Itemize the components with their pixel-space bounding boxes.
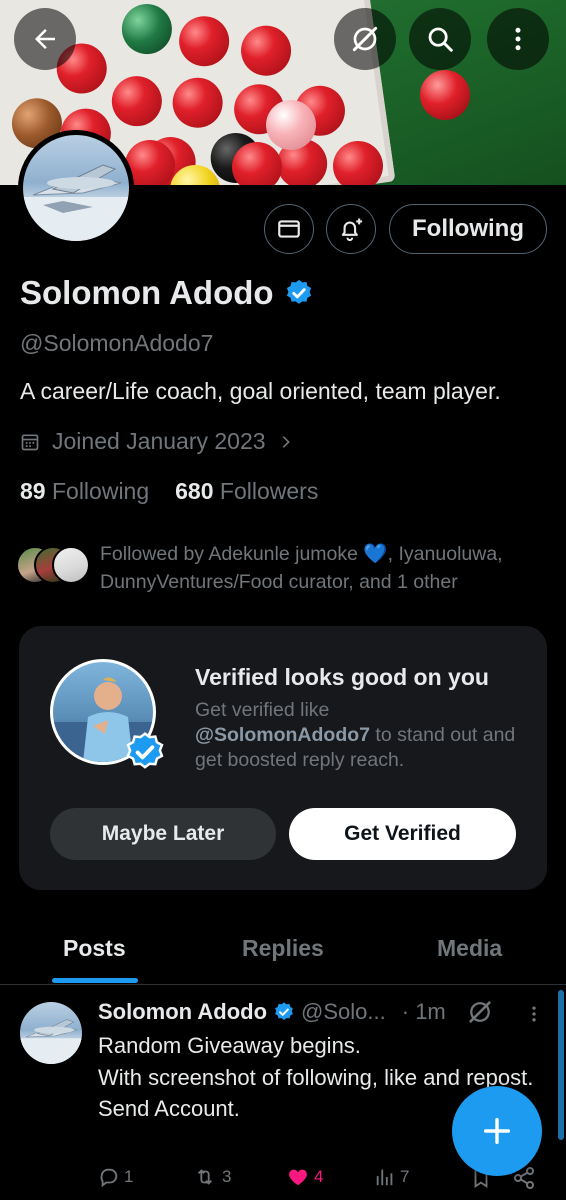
promo-title: Verified looks good on you — [195, 664, 489, 690]
follow-stats: 89 Following 680 Followers — [20, 478, 318, 505]
repost-button[interactable]: 3 — [192, 1166, 231, 1188]
followers-label: Followers — [219, 478, 319, 504]
active-tab-indicator — [52, 978, 138, 983]
profile-handle: @SolomonAdodo7 — [20, 330, 214, 356]
post-author-name[interactable]: Solomon Adodo — [98, 999, 267, 1025]
heart-icon — [289, 1169, 307, 1186]
back-button[interactable] — [14, 8, 76, 70]
grok-icon[interactable] — [466, 998, 494, 1026]
profile-tabs: Posts Replies Media — [0, 915, 566, 985]
scrollbar[interactable] — [558, 990, 564, 1140]
display-name: Solomon Adodo — [20, 274, 274, 311]
verified-badge-icon — [275, 1002, 293, 1020]
following-stat[interactable]: 89 Following — [20, 478, 149, 505]
grok-button[interactable] — [334, 8, 396, 70]
repost-count: 3 — [222, 1167, 232, 1186]
verified-promo-card: Verified looks good on you Get verified … — [19, 626, 547, 890]
reply-count: 1 — [124, 1167, 134, 1186]
verified-badge-icon — [126, 732, 164, 769]
followers-stat[interactable]: 680 Followers — [175, 478, 318, 505]
tab-replies[interactable]: Replies — [242, 935, 324, 962]
profile-bio: A career/Life coach, goal oriented, team… — [20, 378, 501, 404]
followed-by-avatars — [16, 546, 92, 586]
search-icon — [428, 27, 453, 52]
views-count: 7 — [400, 1167, 410, 1186]
followers-count: 680 — [175, 478, 214, 504]
views-button[interactable]: 7 — [374, 1166, 409, 1188]
post-more-icon[interactable] — [524, 1002, 544, 1026]
message-button[interactable] — [264, 204, 314, 254]
joined-text: Joined January 2023 — [52, 428, 266, 454]
post-author-handle: @Solo... — [301, 999, 386, 1024]
repost-icon — [197, 1169, 213, 1185]
more-vertical-icon — [515, 27, 521, 51]
like-button[interactable]: 4 — [286, 1166, 323, 1188]
reply-icon — [100, 1168, 118, 1188]
following-count: 89 — [20, 478, 46, 504]
tab-media[interactable]: Media — [437, 935, 502, 962]
joined-date[interactable]: Joined January 2023 — [20, 428, 294, 455]
search-button[interactable] — [409, 8, 471, 70]
followed-by[interactable]: Followed by Adekunle jumoke 💙, Iyanuoluw… — [16, 540, 556, 596]
post-timestamp: · 1m — [401, 999, 446, 1024]
compose-button[interactable] — [452, 1086, 542, 1176]
post-author-avatar[interactable] — [20, 1002, 82, 1064]
avatar-image — [20, 1019, 82, 1064]
profile-avatar[interactable] — [18, 130, 134, 246]
follower-avatar — [52, 546, 90, 584]
plus-icon — [483, 1117, 511, 1145]
post-header: Solomon Adodo @Solo... · 1m — [98, 998, 494, 1026]
following-button[interactable]: Following — [389, 204, 547, 254]
profile-name: Solomon Adodo — [20, 274, 314, 312]
bell-plus-icon — [341, 218, 363, 242]
calendar-icon — [21, 434, 39, 450]
views-chart-icon — [376, 1169, 393, 1186]
avatar-image — [23, 164, 129, 241]
chevron-right-icon — [282, 435, 290, 448]
maybe-later-button[interactable]: Maybe Later — [50, 808, 276, 860]
envelope-icon — [278, 220, 300, 238]
more-button[interactable] — [487, 8, 549, 70]
back-arrow-icon — [35, 29, 55, 49]
get-verified-button[interactable]: Get Verified — [289, 808, 516, 860]
promo-desc-handle: @SolomonAdodo7 — [195, 724, 370, 746]
promo-description: Get verified like @SolomonAdodo7 to stand… — [195, 698, 525, 773]
grok-icon — [352, 26, 378, 52]
followed-by-text: Followed by Adekunle jumoke 💙, Iyanuoluw… — [100, 543, 503, 593]
verified-badge-icon[interactable] — [284, 278, 314, 308]
like-count: 4 — [314, 1167, 324, 1186]
following-label: Following — [51, 478, 150, 504]
reply-button[interactable]: 1 — [98, 1166, 133, 1188]
notifications-button[interactable] — [326, 204, 376, 254]
tab-posts[interactable]: Posts — [63, 935, 126, 962]
promo-desc-prefix: Get verified like — [195, 699, 330, 721]
